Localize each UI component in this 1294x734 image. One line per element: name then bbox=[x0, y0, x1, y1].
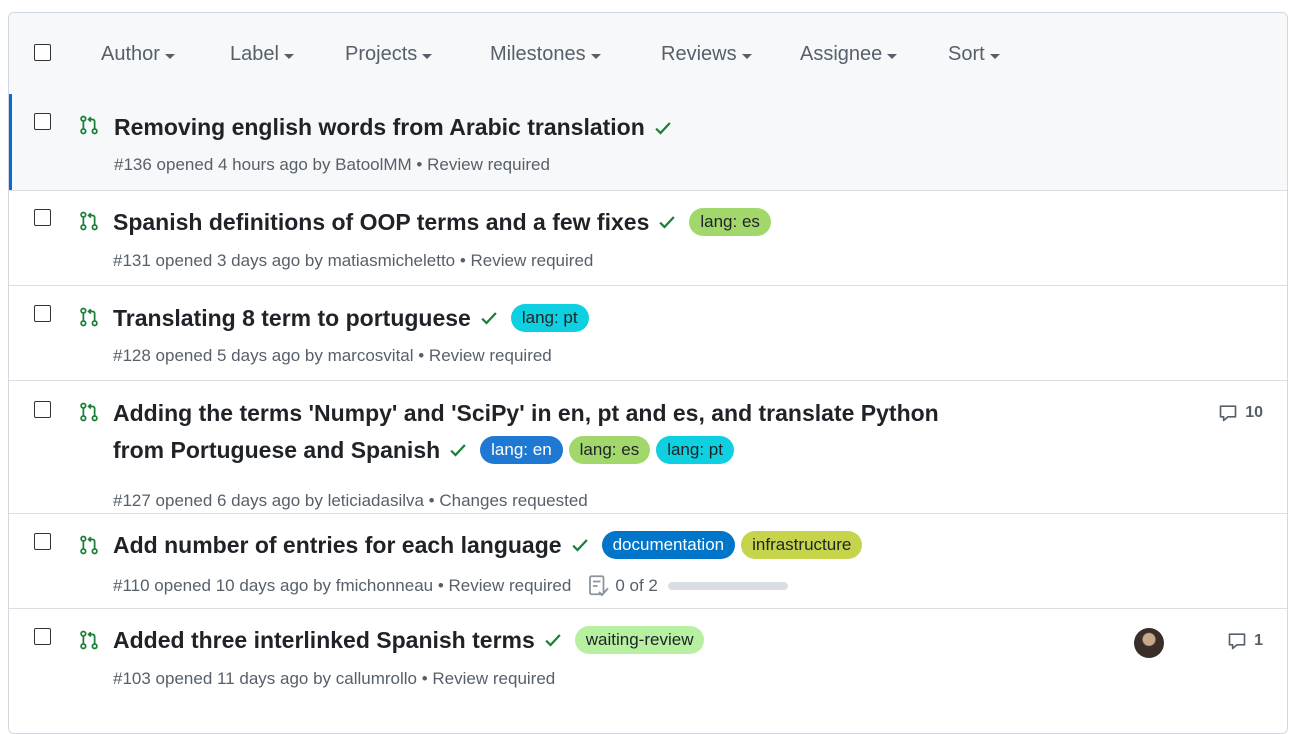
pull-request-row[interactable]: Translating 8 term to portuguese lang: p… bbox=[9, 285, 1287, 381]
pull-request-title-line: Added three interlinked Spanish terms wa… bbox=[113, 626, 705, 654]
pull-request-icon bbox=[80, 402, 98, 422]
sort-filter-label: Sort bbox=[948, 43, 985, 65]
check-icon bbox=[481, 312, 497, 325]
pull-request-meta-text: #110 opened 10 days ago by fmichonneau •… bbox=[113, 576, 572, 595]
pull-request-meta: #128 opened 5 days ago by marcosvital • … bbox=[113, 346, 552, 365]
pull-request-meta: #131 opened 3 days ago by matiasmichelet… bbox=[113, 251, 594, 270]
chevron-down-icon bbox=[741, 53, 752, 59]
pull-request-meta: #136 opened 4 hours ago by BatoolMM • Re… bbox=[114, 155, 550, 174]
pull-request-meta: #127 opened 6 days ago by leticiadasilva… bbox=[113, 491, 588, 510]
pull-request-meta: #110 opened 10 days ago by fmichonneau •… bbox=[113, 574, 788, 598]
pull-request-title-line: Removing english words from Arabic trans… bbox=[114, 114, 673, 141]
pull-request-title-line: from Portuguese and Spanish lang: en lan… bbox=[113, 436, 734, 464]
pull-request-meta: #103 opened 11 days ago by callumrollo •… bbox=[113, 669, 556, 688]
row-checkbox[interactable] bbox=[34, 533, 51, 550]
tasklist-icon bbox=[589, 575, 610, 597]
check-icon bbox=[545, 634, 561, 647]
pull-request-title[interactable]: Add number of entries for each language bbox=[113, 532, 562, 559]
chevron-down-icon bbox=[590, 53, 601, 59]
row-checkbox[interactable] bbox=[34, 305, 51, 322]
row-checkbox[interactable] bbox=[34, 401, 51, 418]
pull-request-title[interactable]: Spanish definitions of OOP terms and a f… bbox=[113, 209, 649, 236]
chevron-down-icon bbox=[989, 53, 1000, 59]
list-header: Author Label Projects Milestones Reviews… bbox=[9, 13, 1287, 95]
comment-count-value: 1 bbox=[1254, 632, 1263, 649]
pull-request-title-line: Translating 8 term to portuguese lang: p… bbox=[113, 304, 589, 332]
sort-filter[interactable]: Sort bbox=[948, 43, 1000, 66]
row-checkbox[interactable] bbox=[34, 628, 51, 645]
pull-request-title-line: Adding the terms 'Numpy' and 'SciPy' in … bbox=[113, 400, 939, 427]
label-lang-pt[interactable]: lang: pt bbox=[510, 304, 589, 332]
pull-request-row[interactable]: Removing english words from Arabic trans… bbox=[9, 94, 1287, 190]
label-waiting-review[interactable]: waiting-review bbox=[574, 626, 705, 654]
label-lang-pt[interactable]: lang: pt bbox=[656, 436, 734, 464]
pull-request-title-line: Add number of entries for each language … bbox=[113, 531, 863, 559]
pull-request-list: Author Label Projects Milestones Reviews… bbox=[8, 12, 1288, 734]
label-lang-en[interactable]: lang: en bbox=[480, 436, 563, 464]
pull-request-title-continued[interactable]: from Portuguese and Spanish bbox=[113, 437, 440, 464]
row-checkbox[interactable] bbox=[34, 209, 51, 226]
comment-count-value: 10 bbox=[1245, 404, 1263, 421]
pull-request-icon bbox=[80, 535, 98, 555]
comment-icon bbox=[1228, 633, 1246, 650]
pull-request-icon bbox=[80, 115, 98, 135]
label-filter[interactable]: Label bbox=[230, 43, 294, 66]
reviews-filter[interactable]: Reviews bbox=[661, 43, 752, 66]
chevron-down-icon bbox=[283, 53, 294, 59]
check-icon bbox=[450, 444, 466, 457]
pull-request-row[interactable]: Added three interlinked Spanish terms wa… bbox=[9, 608, 1287, 704]
projects-filter-label: Projects bbox=[345, 43, 418, 65]
assignee-avatar[interactable] bbox=[1134, 628, 1164, 658]
label-infrastructure[interactable]: infrastructure bbox=[741, 531, 863, 559]
reviews-filter-label: Reviews bbox=[661, 43, 737, 65]
assignee-filter[interactable]: Assignee bbox=[800, 43, 898, 66]
milestones-filter-label: Milestones bbox=[490, 43, 586, 65]
assignee-filter-label: Assignee bbox=[800, 43, 883, 65]
pull-request-title[interactable]: Added three interlinked Spanish terms bbox=[113, 627, 535, 654]
pull-request-title[interactable]: Adding the terms 'Numpy' and 'SciPy' in … bbox=[113, 400, 939, 427]
projects-filter[interactable]: Projects bbox=[345, 43, 433, 66]
task-progress-bar bbox=[667, 582, 788, 590]
pull-request-title[interactable]: Removing english words from Arabic trans… bbox=[114, 114, 645, 141]
pull-request-title-line: Spanish definitions of OOP terms and a f… bbox=[113, 208, 771, 236]
pull-request-row[interactable]: Add number of entries for each language … bbox=[9, 513, 1287, 609]
comment-icon bbox=[1219, 405, 1237, 422]
author-filter[interactable]: Author bbox=[101, 43, 175, 66]
chevron-down-icon bbox=[422, 53, 433, 59]
chevron-down-icon bbox=[887, 53, 898, 59]
check-icon bbox=[571, 539, 588, 552]
label-lang-es[interactable]: lang: es bbox=[568, 436, 651, 464]
chevron-down-icon bbox=[164, 53, 175, 59]
pull-request-row[interactable]: Spanish definitions of OOP terms and a f… bbox=[9, 190, 1287, 286]
label-documentation[interactable]: documentation bbox=[601, 531, 736, 559]
label-lang-es[interactable]: lang: es bbox=[689, 208, 771, 236]
label-filter-label: Label bbox=[230, 43, 279, 65]
pull-request-title[interactable]: Translating 8 term to portuguese bbox=[113, 305, 471, 332]
select-all-checkbox[interactable] bbox=[34, 44, 51, 61]
check-icon bbox=[655, 121, 671, 135]
pull-request-icon bbox=[80, 307, 98, 327]
comment-count[interactable]: 1 bbox=[1226, 631, 1263, 651]
pull-request-row[interactable]: Adding the terms 'Numpy' and 'SciPy' in … bbox=[9, 380, 1287, 514]
milestones-filter[interactable]: Milestones bbox=[490, 43, 601, 66]
task-progress-text: 0 of 2 bbox=[615, 576, 658, 595]
author-filter-label: Author bbox=[101, 43, 160, 65]
row-checkbox[interactable] bbox=[34, 113, 51, 130]
comment-count[interactable]: 10 bbox=[1217, 403, 1263, 423]
pull-request-icon bbox=[80, 630, 98, 650]
check-icon bbox=[659, 216, 676, 229]
pull-request-icon bbox=[80, 211, 98, 231]
